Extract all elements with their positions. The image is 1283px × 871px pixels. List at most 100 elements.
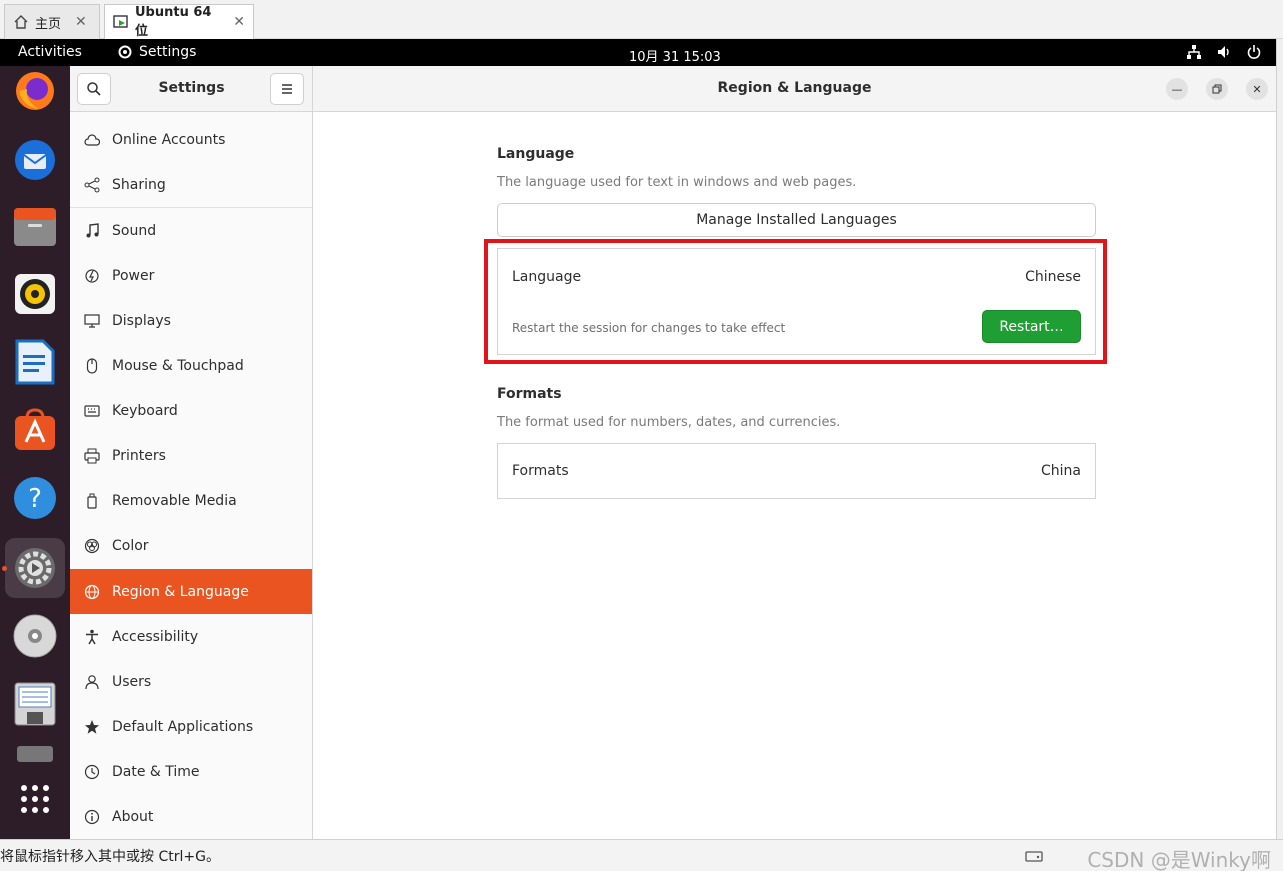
sidebar-item-online-accounts[interactable]: Online Accounts <box>70 117 312 162</box>
app-center-icon[interactable] <box>5 400 65 460</box>
sidebar-item-mouse-touchpad[interactable]: Mouse & Touchpad <box>70 343 312 388</box>
svg-text:?: ? <box>28 484 42 514</box>
sidebar-item-label: Displays <box>112 312 171 329</box>
vm-tab-label: Ubuntu 64 位 <box>135 5 212 39</box>
sidebar-item-region-language[interactable]: Region & Language <box>70 569 312 614</box>
sidebar-item-sound[interactable]: Sound <box>70 208 312 253</box>
sidebar-item-date-time[interactable]: Date & Time <box>70 749 312 794</box>
sidebar-item-removable-media[interactable]: Removable Media <box>70 478 312 523</box>
info-icon <box>84 809 100 825</box>
app-menu[interactable]: Settings <box>117 44 196 60</box>
mouse-icon <box>84 357 100 374</box>
sidebar-header: Settings <box>70 66 313 112</box>
hdd-icon[interactable] <box>1025 848 1043 864</box>
display-icon <box>84 313 100 329</box>
home-icon <box>13 14 29 30</box>
watermark: CSDN @是Winky啊 <box>1087 848 1271 871</box>
sidebar-item-label: Online Accounts <box>112 131 226 148</box>
region-language-panel: Language The language used for text in w… <box>313 112 1276 839</box>
keyboard-icon <box>84 403 100 419</box>
settings-sidebar: Online Accounts Sharing Sound Power Disp… <box>70 112 313 839</box>
sidebar-item-printers[interactable]: Printers <box>70 433 312 478</box>
sidebar-item-label: Default Applications <box>112 718 254 735</box>
formats-section-description: The format used for numbers, dates, and … <box>497 415 841 430</box>
thunderbird-icon[interactable] <box>5 128 65 188</box>
system-tray[interactable] <box>1186 44 1262 60</box>
volume-icon <box>1218 46 1229 58</box>
power-icon <box>1247 45 1261 59</box>
minimize-icon: — <box>1171 82 1183 96</box>
formats-row-label: Formats <box>512 463 569 479</box>
formats-card[interactable]: Formats China <box>497 443 1096 499</box>
host-status-bar: 将鼠标指针移入其中或按 Ctrl+G。 CSDN @是Winky啊 <box>0 839 1283 871</box>
sidebar-item-label: Date & Time <box>112 763 200 780</box>
maximize-button[interactable] <box>1206 78 1228 100</box>
app-grid-icon[interactable] <box>5 769 65 829</box>
cloud-icon <box>84 132 100 148</box>
language-section-description: The language used for text in windows an… <box>497 175 857 190</box>
writer-icon[interactable] <box>5 332 65 392</box>
globe-icon <box>84 584 100 600</box>
status-icons <box>1025 848 1043 864</box>
music-note-icon <box>84 222 100 239</box>
hamburger-icon <box>282 84 292 94</box>
main-header: Region & Language — ✕ <box>313 66 1276 112</box>
minimize-button[interactable]: — <box>1166 78 1188 100</box>
page-title: Region & Language <box>717 80 872 96</box>
sidebar-item-power[interactable]: Power <box>70 253 312 298</box>
close-icon[interactable]: ✕ <box>233 14 245 30</box>
host-scrollbar[interactable] <box>1276 39 1283 839</box>
main-menu-button[interactable] <box>270 73 304 105</box>
sidebar-item-label: Accessibility <box>112 628 199 645</box>
rhythmbox-icon[interactable] <box>5 264 65 324</box>
clock[interactable]: 10月 31 15:03 <box>629 46 721 65</box>
close-icon: ✕ <box>1252 82 1262 96</box>
firefox-icon[interactable] <box>5 61 65 121</box>
sidebar-item-label: About <box>112 808 154 825</box>
restore-icon <box>1212 84 1222 94</box>
sidebar-item-keyboard[interactable]: Keyboard <box>70 388 312 433</box>
clock-icon <box>84 764 100 780</box>
star-icon <box>84 719 100 735</box>
usb-drive-icon <box>84 493 100 509</box>
optical-disc-icon[interactable] <box>5 606 65 666</box>
sidebar-item-accessibility[interactable]: Accessibility <box>70 614 312 659</box>
color-icon <box>84 538 100 554</box>
settings-dock-icon[interactable] <box>5 538 65 598</box>
sidebar-item-about[interactable]: About <box>70 794 312 839</box>
sidebar-item-label: Removable Media <box>112 492 237 509</box>
manage-installed-languages-button[interactable]: Manage Installed Languages <box>497 203 1096 237</box>
power-icon <box>84 268 100 284</box>
sidebar-item-sharing[interactable]: Sharing <box>70 162 312 207</box>
language-section-title: Language <box>497 146 575 162</box>
annotation-highlight-box <box>484 239 1107 364</box>
printer-icon <box>84 448 100 464</box>
help-icon[interactable]: ? <box>5 468 65 528</box>
close-window-button[interactable]: ✕ <box>1246 78 1268 100</box>
files-icon[interactable] <box>5 196 65 256</box>
sidebar-item-label: Printers <box>112 447 166 464</box>
users-icon <box>84 674 100 690</box>
sidebar-item-label: Keyboard <box>112 402 178 419</box>
vm-icon <box>113 14 129 30</box>
activities-button[interactable]: Activities <box>18 44 82 60</box>
gear-icon <box>118 45 132 59</box>
accessibility-icon <box>84 629 100 645</box>
sidebar-item-users[interactable]: Users <box>70 659 312 704</box>
floppy-drive-icon[interactable] <box>5 674 65 734</box>
sidebar-item-label: Users <box>112 673 152 690</box>
status-hint: 将鼠标指针移入其中或按 Ctrl+G。 <box>0 849 220 865</box>
app-menu-label: Settings <box>139 44 197 60</box>
vm-tab-ubuntu[interactable]: Ubuntu 64 位 ✕ <box>104 4 254 39</box>
network-icon <box>1187 45 1201 59</box>
formats-section-title: Formats <box>497 386 562 402</box>
sidebar-item-label: Region & Language <box>112 583 249 600</box>
sidebar-item-displays[interactable]: Displays <box>70 298 312 343</box>
sidebar-item-color[interactable]: Color <box>70 523 312 568</box>
dock: ? <box>0 66 70 839</box>
running-indicator <box>2 566 7 571</box>
sidebar-item-default-applications[interactable]: Default Applications <box>70 704 312 749</box>
close-icon[interactable]: ✕ <box>75 14 87 30</box>
share-icon <box>84 177 100 193</box>
vm-tab-home[interactable]: 主页 ✕ <box>4 4 100 39</box>
